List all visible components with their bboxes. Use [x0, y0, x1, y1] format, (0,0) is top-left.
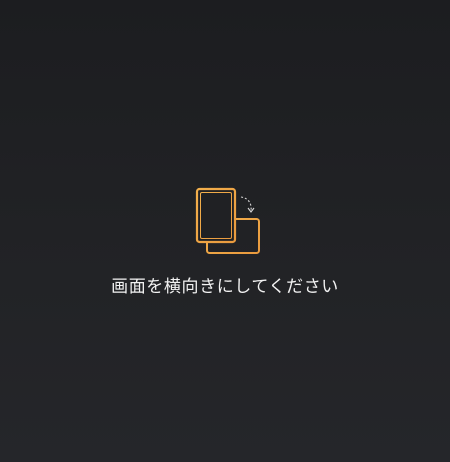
- rotate-device-overlay: 画面を横向きにしてください: [0, 0, 450, 462]
- rotate-device-icon: [193, 186, 265, 256]
- rotate-message: 画面を横向きにしてください: [111, 277, 339, 297]
